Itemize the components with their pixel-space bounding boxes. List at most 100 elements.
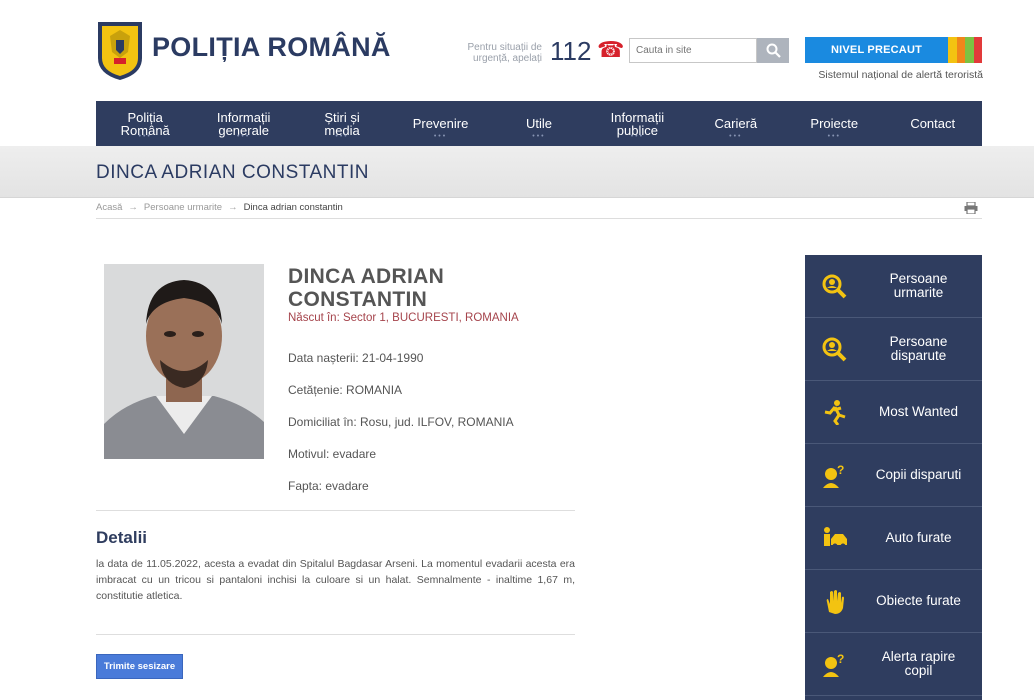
details-text: la data de 11.05.2022, acesta a evadat d… xyxy=(96,558,575,602)
nav-dots-icon: ••• xyxy=(630,133,645,140)
sidebar-item-label-line: Copii disparuti xyxy=(875,467,962,482)
person-born: Născut în: Sector 1, BUCURESTI, ROMANIA xyxy=(288,312,519,324)
alert-level-bar xyxy=(973,37,982,63)
person-citizenship: Cetățenie: ROMANIA xyxy=(288,383,403,397)
breadcrumb: Acasă → Persoane urmarite → Dinca adrian… xyxy=(96,202,343,213)
nav-item-label: Informații xyxy=(610,109,665,125)
nav-item[interactable]: Carieră ••• xyxy=(687,101,785,146)
nav-item[interactable]: Informații generale ••• xyxy=(194,101,292,146)
divider xyxy=(96,634,575,635)
sidebar-item-label-line: Obiecte furate xyxy=(876,593,961,608)
send-report-button[interactable]: Trimite sesizare xyxy=(96,654,183,679)
nav-item[interactable]: Știri și media ••• xyxy=(293,101,391,146)
svg-text:?: ? xyxy=(837,652,844,666)
nav-item-label: Poliția xyxy=(127,109,163,125)
nav-item[interactable]: Poliția Română ••• xyxy=(96,101,194,146)
nav-item[interactable]: Prevenire ••• xyxy=(391,101,489,146)
search-person-icon xyxy=(822,337,847,362)
sidebar-item[interactable]: ? Alerta rapire copil xyxy=(805,633,982,696)
emergency-text-line: urgență, apelați xyxy=(473,53,542,64)
sidebar-item-label-line: Persoane xyxy=(889,271,948,286)
breadcrumb-separator: → xyxy=(128,202,138,213)
nav-dots-icon: ••• xyxy=(138,133,152,140)
search-person-icon xyxy=(822,274,847,299)
alert-level-bar xyxy=(965,37,974,63)
sidebar-item[interactable]: Persoane urmarite xyxy=(805,255,982,318)
phone-icon: ☎ xyxy=(597,37,625,62)
sidebar-item-label: Obiecte furate xyxy=(855,594,982,608)
sidebar-item-label: Alerta rapire copil xyxy=(855,650,982,678)
main-nav: Poliția Română ••• Informații generale ••• Ști… xyxy=(96,101,982,146)
person-reason: Motivul: evadare xyxy=(288,447,377,461)
sidebar-item-label-line: Persoane xyxy=(889,334,948,349)
search-input[interactable] xyxy=(629,38,757,63)
child-question-icon: ? xyxy=(823,652,844,677)
child-question-icon: ? xyxy=(823,463,844,488)
nav-item-label: Contact xyxy=(910,116,956,131)
sidebar-item-label: Most Wanted xyxy=(855,405,982,419)
site-logo[interactable]: POLIȚIA ROMÂNĂ xyxy=(96,18,390,82)
alert-level-bar xyxy=(956,37,965,63)
nav-item-label: Proiecte xyxy=(810,116,859,131)
person-name: DINCA ADRIAN CONSTANTIN xyxy=(288,265,548,311)
emergency-text: Pentru situații de urgență, apelați xyxy=(460,42,543,64)
nav-item[interactable]: Proiecte ••• xyxy=(785,101,883,146)
emergency-number[interactable]: 112 xyxy=(550,36,591,67)
sidebar-item-label-line: Alerta rapire xyxy=(881,649,956,664)
print-icon[interactable] xyxy=(964,202,978,214)
alert-subtitle: Sistemul național de alertă teroristă xyxy=(818,69,983,81)
sidebar-item-label-line: disparute xyxy=(890,348,947,363)
divider xyxy=(96,510,575,511)
person-offense: Fapta: evadare xyxy=(288,479,369,493)
sidebar-item-label: Persoane urmarite xyxy=(855,272,982,300)
alert-level-bars xyxy=(948,37,982,63)
nav-item-label: Prevenire xyxy=(412,116,469,131)
emergency-text-line: Pentru situații de xyxy=(467,42,543,53)
sidebar-item-label: Auto furate xyxy=(855,531,982,545)
sidebar-item-label: Copii disparuti xyxy=(855,468,982,482)
sidebar-item-label-line: urmarite xyxy=(893,285,944,300)
sidebar-menu: Persoane urmarite Persoane disparute Most Wa… xyxy=(805,255,982,700)
breadcrumb-current: Dinca adrian constantin xyxy=(243,202,343,213)
nav-item-label: Carieră xyxy=(714,116,758,131)
sidebar-item[interactable]: Auto furate xyxy=(805,507,982,570)
nav-dots-icon: ••• xyxy=(729,133,743,140)
nav-dots-icon: ••• xyxy=(335,133,349,140)
breadcrumb-divider xyxy=(96,218,982,219)
coat-of-arms-icon xyxy=(98,22,142,80)
sidebar-item[interactable]: Persoane disparute xyxy=(805,318,982,381)
nav-dots-icon: ••• xyxy=(236,133,251,140)
nav-dots-icon: ••• xyxy=(532,133,546,140)
car-thief-icon xyxy=(824,527,847,549)
nav-item[interactable]: Contact xyxy=(884,101,982,146)
person-name-line: DINCA ADRIAN xyxy=(288,265,445,288)
nav-item[interactable]: Informații publice ••• xyxy=(588,101,686,146)
logo-title: POLIȚIA ROMÂNĂ xyxy=(152,32,391,62)
sidebar-item-label: Persoane disparute xyxy=(855,335,982,363)
sidebar-item[interactable]: ? Copii disparuti xyxy=(805,444,982,507)
page-title: DINCA ADRIAN CONSTANTIN xyxy=(96,162,369,183)
sidebar-item-label-line: Most Wanted xyxy=(878,404,959,419)
search-icon xyxy=(766,43,781,58)
person-domicile: Domiciliat în: Rosu, jud. ILFOV, ROMANIA xyxy=(288,415,514,429)
person-name-line: CONSTANTIN xyxy=(288,288,428,311)
alert-level-bar xyxy=(948,37,957,63)
sidebar-item-label-line: Auto furate xyxy=(885,530,952,545)
nav-dots-icon: ••• xyxy=(827,133,841,140)
hand-icon xyxy=(826,590,844,614)
sidebar-item-label-line: copil xyxy=(904,663,933,678)
breadcrumb-category[interactable]: Persoane urmarite xyxy=(144,202,222,213)
nav-item-label: Utile xyxy=(525,116,552,131)
nav-item[interactable]: Utile ••• xyxy=(490,101,588,146)
breadcrumb-home[interactable]: Acasă xyxy=(96,202,122,213)
nav-item-label: Informații xyxy=(216,109,271,125)
nav-dots-icon: ••• xyxy=(433,133,448,140)
svg-text:?: ? xyxy=(837,463,844,477)
alert-level-button[interactable]: NIVEL PRECAUT xyxy=(805,37,948,63)
sidebar-item[interactable]: Obiecte furate xyxy=(805,570,982,633)
details-heading: Detalii xyxy=(96,528,148,547)
running-man-icon xyxy=(824,400,846,425)
sidebar-item[interactable]: Most Wanted xyxy=(805,381,982,444)
person-photo xyxy=(104,264,264,459)
search-button[interactable] xyxy=(757,38,789,63)
